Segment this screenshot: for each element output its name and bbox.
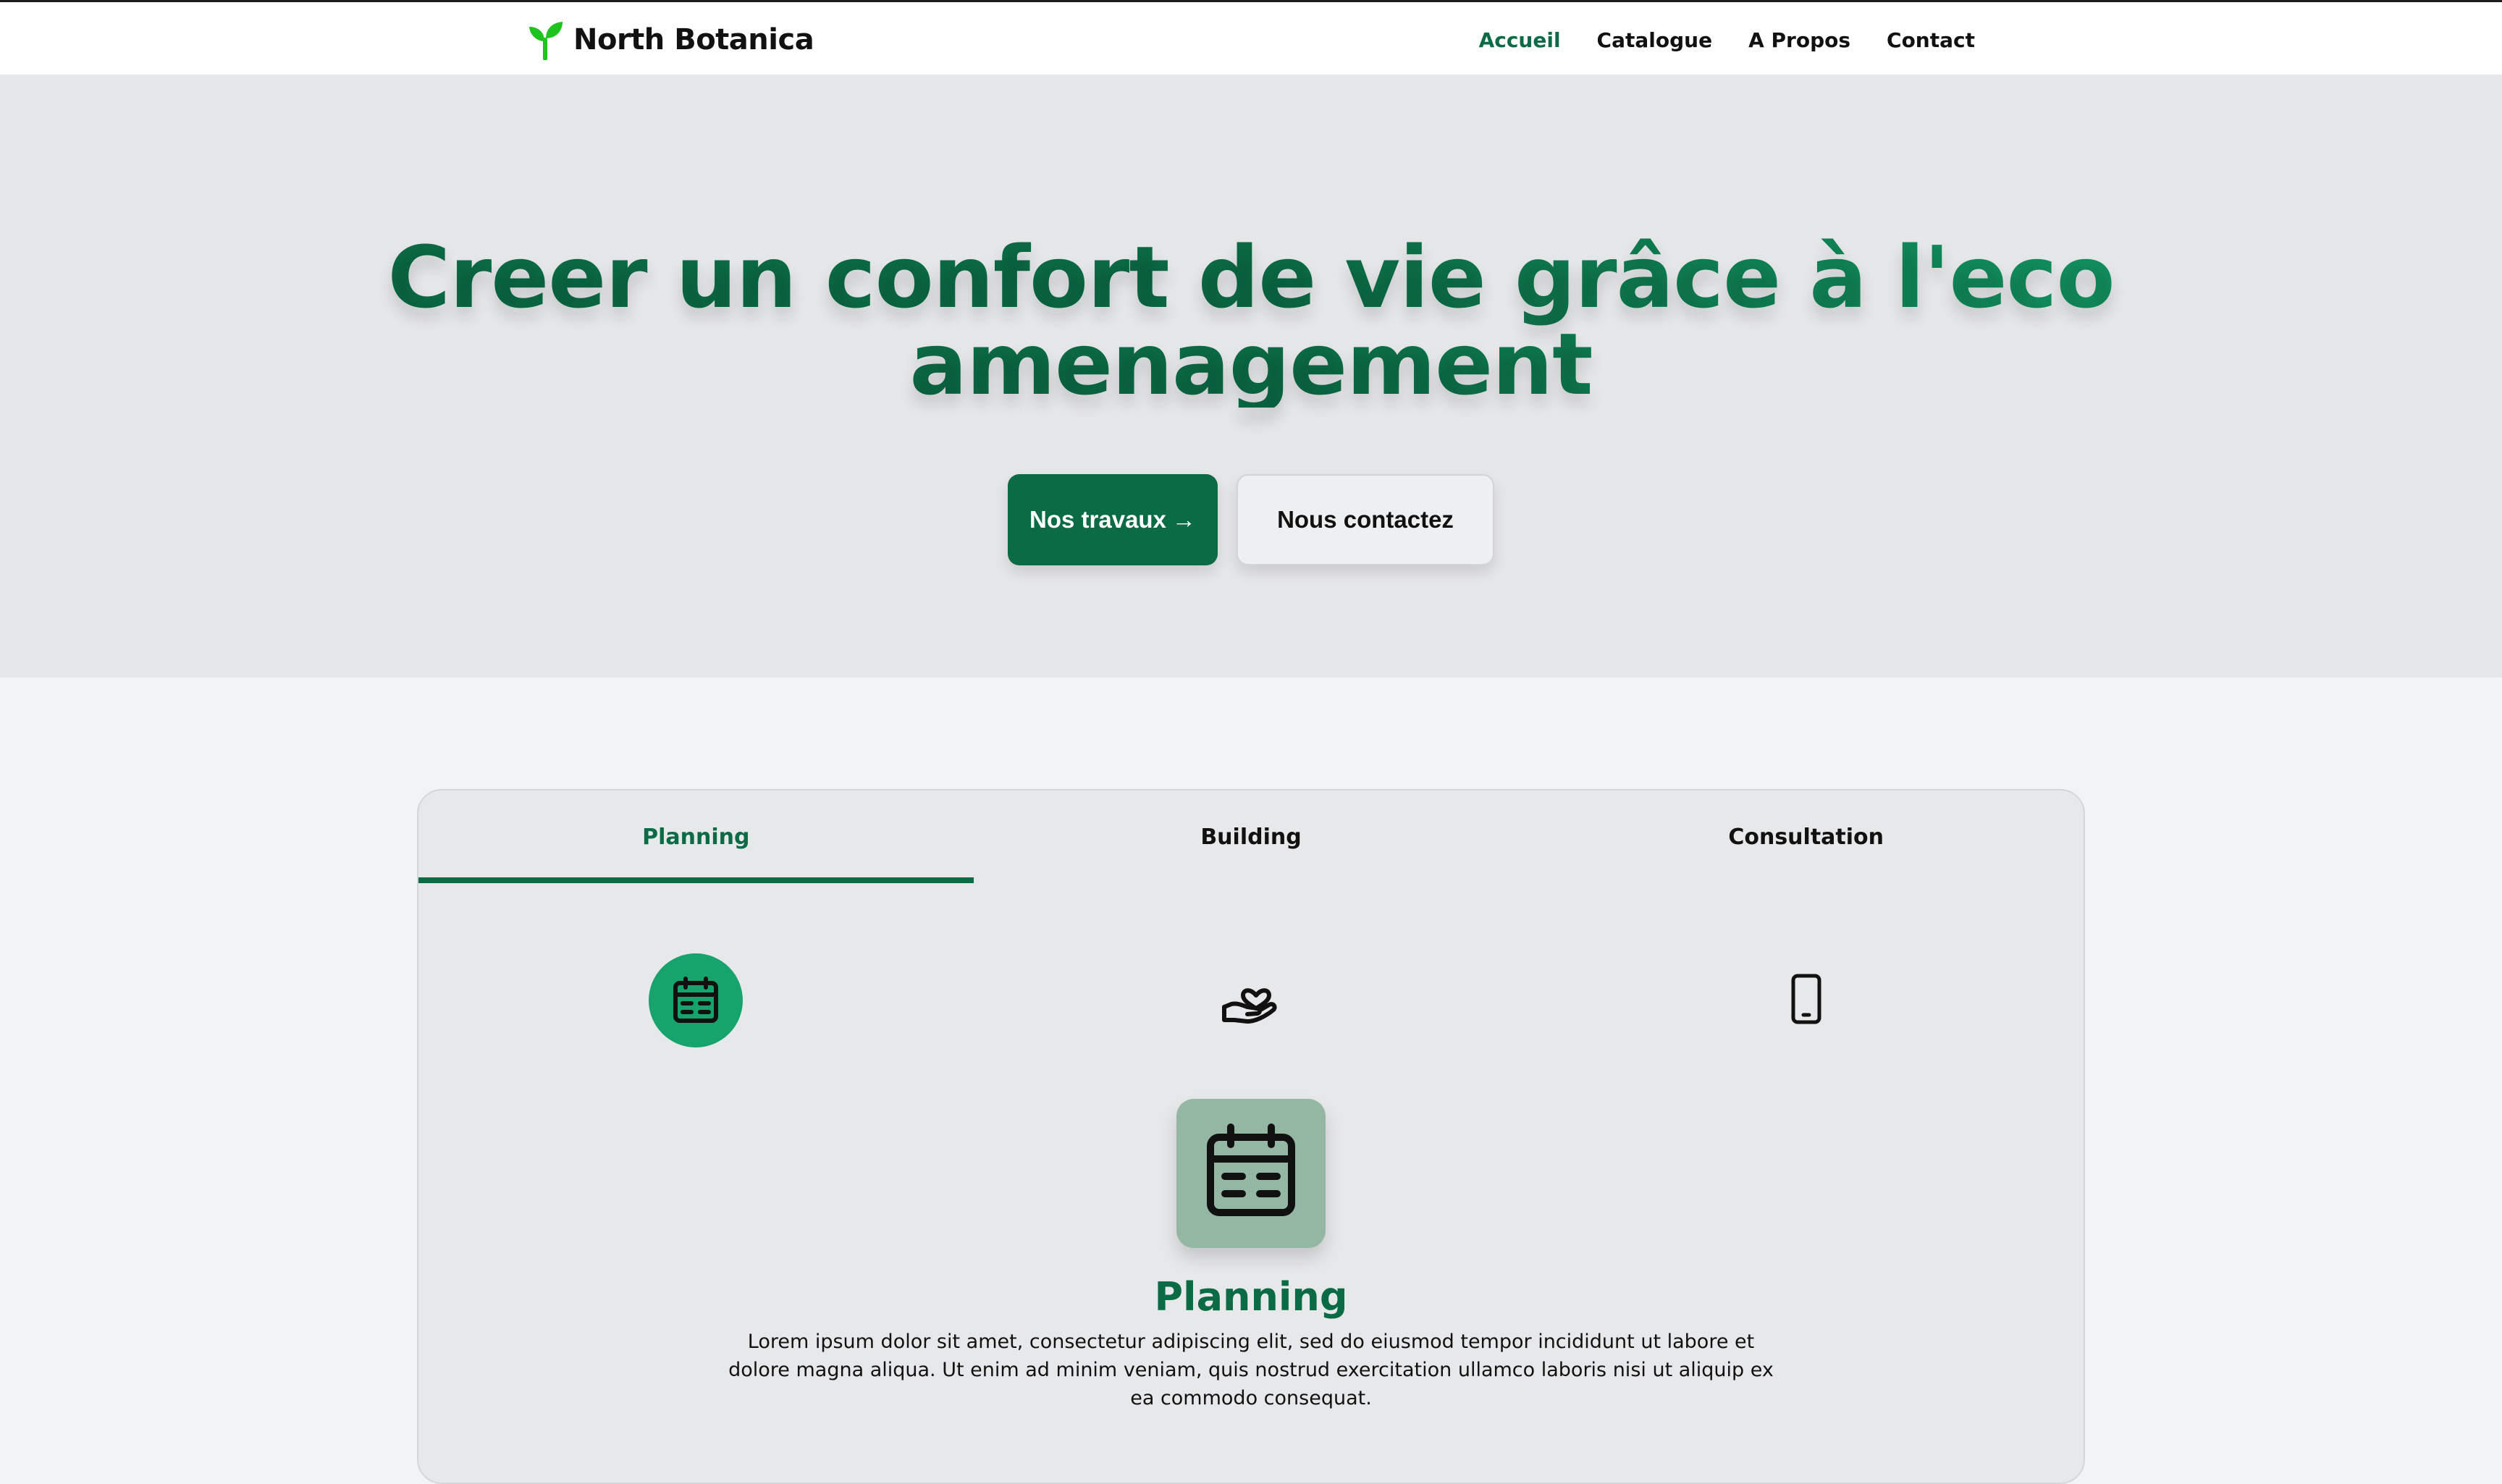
feature-title: Planning: [1154, 1274, 1348, 1320]
tab-bar: Planning Building Consultation: [418, 791, 2084, 883]
hero-title: Creer un confort de vie grâce à l'eco am…: [0, 234, 2502, 408]
nav-link-accueil[interactable]: Accueil: [1479, 28, 1561, 52]
tab-icon-cell-planning[interactable]: [418, 950, 974, 1051]
hand-heart-icon[interactable]: [1221, 974, 1281, 1027]
tab-building[interactable]: Building: [974, 791, 1529, 883]
tab-icon-cell-consultation[interactable]: [1528, 950, 2084, 1051]
phone-icon[interactable]: [1790, 974, 1822, 1027]
nav-link-contact[interactable]: Contact: [1887, 28, 1975, 52]
hero-title-line-1: Creer un confort de vie grâce à l'eco: [387, 227, 2115, 327]
brand-logo[interactable]: North Botanica: [527, 20, 814, 60]
hero-actions: Nos travaux → Nous contactez: [0, 474, 2502, 565]
tab-icon-cell-building[interactable]: [974, 950, 1529, 1051]
arrow-right-icon: →: [1171, 506, 1196, 533]
nav-link-catalogue[interactable]: Catalogue: [1597, 28, 1713, 52]
sprout-icon: [527, 20, 565, 60]
nous-contactez-button[interactable]: Nous contactez: [1237, 474, 1494, 565]
nav-link-a-propos[interactable]: A Propos: [1748, 28, 1850, 52]
tab-icon-row: [418, 950, 2084, 1051]
main-nav: Accueil Catalogue A Propos Contact: [1479, 24, 1975, 56]
hero-section: Creer un confort de vie grâce à l'eco am…: [0, 75, 2502, 678]
brand-name: North Botanica: [573, 23, 814, 56]
calendar-icon[interactable]: [649, 953, 744, 1047]
hero-title-line-2: amenagement: [909, 314, 1593, 414]
services-tabs-card: Planning Building Consultation Planning …: [417, 789, 2085, 1484]
nos-travaux-button[interactable]: Nos travaux →: [1008, 474, 1218, 565]
calendar-icon: [1199, 1120, 1303, 1227]
tab-consultation[interactable]: Consultation: [1528, 791, 2084, 883]
feature-icon-tile: [1176, 1099, 1326, 1248]
tab-planning[interactable]: Planning: [418, 791, 974, 883]
feature-description: Lorem ipsum dolor sit amet, consectetur …: [728, 1331, 1774, 1409]
nos-travaux-label: Nos travaux: [1029, 506, 1166, 533]
site-header: North Botanica Accueil Catalogue A Propo…: [0, 2, 2502, 75]
